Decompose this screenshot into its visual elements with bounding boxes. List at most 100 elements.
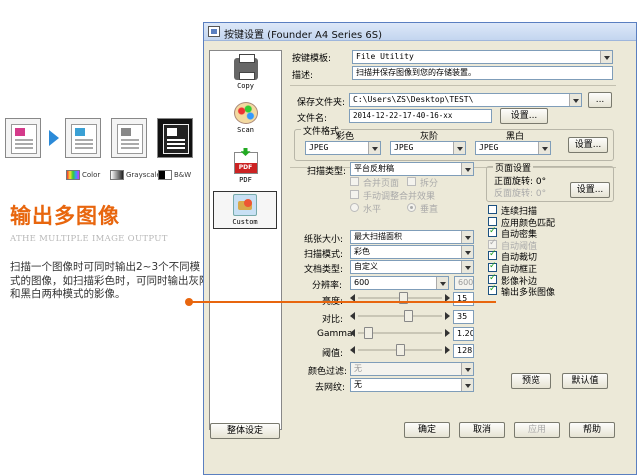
filename-field[interactable]: 2014-12-22-17-40-16-xx xyxy=(349,109,492,123)
filename-settings-button[interactable]: 设置... xyxy=(500,108,548,124)
arrow-left-icon[interactable] xyxy=(350,346,355,354)
doc-type-select[interactable]: 自定义 xyxy=(350,260,474,274)
option-checkbox[interactable] xyxy=(488,284,497,295)
bw-swatch-icon xyxy=(158,170,172,180)
button-settings-dialog: 按键设置 (Founder A4 Series 6S) Copy Scan PD… xyxy=(203,22,637,475)
gamma-slider[interactable] xyxy=(350,327,450,339)
color-swatch-icon xyxy=(66,170,80,180)
save-folder-select[interactable]: C:\Users\ZS\Desktop\TEST\ xyxy=(349,93,582,107)
page-settings-button[interactable]: 设置... xyxy=(570,182,610,198)
mode-custom[interactable]: Custom xyxy=(213,191,277,229)
promo-description: 扫描一个图像时可同时输出2~3个不同模式的图像，如扫描彩色时，可同时输出灰阶和黑… xyxy=(10,261,210,300)
scanner-app-icon xyxy=(208,26,220,37)
grayscale-swatch-icon xyxy=(110,170,124,180)
bw-format-select[interactable]: JPEG xyxy=(475,141,551,155)
slider-thumb[interactable] xyxy=(396,344,405,356)
resolution-label: 分辨率: xyxy=(312,281,343,291)
scan-type-select[interactable]: 平台反射稿 xyxy=(350,162,474,176)
descreen-select[interactable]: 无 xyxy=(350,378,474,392)
chevron-down-icon xyxy=(461,261,473,273)
option-checkbox[interactable] xyxy=(488,261,497,272)
ok-button[interactable]: 确定 xyxy=(404,422,450,438)
promo-title: 输出多图像 xyxy=(10,204,120,228)
overall-settings-button[interactable]: 整体设定 xyxy=(210,423,280,439)
option-checkbox[interactable] xyxy=(488,238,497,249)
scan-mode-label: 扫描模式: xyxy=(304,250,344,260)
split-label: 拆分 xyxy=(420,179,439,189)
chevron-down-icon xyxy=(461,363,473,375)
arrow-right-icon[interactable] xyxy=(445,312,450,320)
horizontal-radio[interactable] xyxy=(350,203,359,212)
gamma-field[interactable]: 1.20 xyxy=(453,327,474,341)
option-label: 输出多张图像 xyxy=(501,288,556,298)
arrow-right-icon[interactable] xyxy=(445,346,450,354)
gray-format-select[interactable]: JPEG xyxy=(390,141,466,155)
brightness-field[interactable]: 15 xyxy=(453,292,474,306)
option-checkbox[interactable] xyxy=(488,249,497,260)
color-document-thumb xyxy=(5,118,41,158)
help-button[interactable]: 帮助 xyxy=(569,422,615,438)
back-rotate-label: 反面旋转: 0° xyxy=(494,189,547,199)
vertical-radio[interactable] xyxy=(407,203,416,212)
description-label: 描述: xyxy=(292,71,314,81)
chevron-down-icon xyxy=(461,231,473,243)
chevron-down-icon xyxy=(600,51,612,63)
callout-dot xyxy=(185,298,193,306)
threshold-slider[interactable] xyxy=(350,344,450,356)
merge-pages-checkbox[interactable] xyxy=(350,177,359,186)
chevron-down-icon xyxy=(436,277,448,289)
manual-merge-label: 手动调整合并效果 xyxy=(363,192,436,202)
printer-icon xyxy=(233,54,258,80)
mode-scan[interactable]: Scan xyxy=(210,102,281,134)
apply-button[interactable]: 应用 xyxy=(514,422,560,438)
legend-color: Color xyxy=(66,170,100,180)
arrow-left-icon[interactable] xyxy=(350,329,355,337)
horizontal-label: 水平 xyxy=(363,205,382,215)
preview-button[interactable]: 预览 xyxy=(511,373,551,389)
option-checkbox[interactable] xyxy=(488,205,497,214)
format-settings-button[interactable]: 设置... xyxy=(568,137,608,153)
browse-folder-button[interactable]: ... xyxy=(588,92,612,108)
color-output-thumb xyxy=(65,118,101,158)
manual-merge-checkbox[interactable] xyxy=(350,190,359,199)
slider-thumb[interactable] xyxy=(364,327,374,339)
chevron-down-icon xyxy=(538,142,550,154)
arrow-right-icon[interactable] xyxy=(445,329,450,337)
mode-list: Copy Scan PDF Custom xyxy=(209,50,282,430)
option-checkbox[interactable] xyxy=(488,273,497,284)
cancel-button[interactable]: 取消 xyxy=(459,422,505,438)
legend-grayscale: Grayscale xyxy=(110,170,161,180)
pdf-icon xyxy=(233,152,258,174)
title-bar: 按键设置 (Founder A4 Series 6S) xyxy=(204,23,636,41)
slider-thumb[interactable] xyxy=(404,310,414,322)
option-checkbox[interactable] xyxy=(488,226,497,237)
contrast-slider[interactable] xyxy=(350,310,450,322)
paper-size-select[interactable]: 最大扫描面积 xyxy=(350,230,474,244)
arrow-left-icon[interactable] xyxy=(350,312,355,320)
option-checkbox[interactable] xyxy=(488,217,497,226)
template-select[interactable]: File Utility xyxy=(352,50,613,64)
chevron-down-icon xyxy=(453,142,465,154)
default-button[interactable]: 默认值 xyxy=(562,373,608,389)
filename-label: 文件名: xyxy=(297,114,328,124)
mode-pdf[interactable]: PDF xyxy=(210,152,281,184)
mode-copy[interactable]: Copy xyxy=(210,54,281,90)
scan-mode-select[interactable]: 彩色 xyxy=(350,245,474,259)
bw-output-thumb xyxy=(157,118,193,158)
description-field[interactable]: 扫描并保存图像到您的存储装置。 xyxy=(352,66,613,80)
window-title: 按键设置 (Founder A4 Series 6S) xyxy=(224,30,382,41)
grayscale-output-thumb xyxy=(111,118,147,158)
arrow-right-icon xyxy=(49,130,59,146)
color-format-select[interactable]: JPEG xyxy=(305,141,381,155)
output-modes-illustration xyxy=(5,118,195,158)
legend-bw: B&W xyxy=(158,170,191,180)
resolution-max-field: 600 xyxy=(454,276,474,290)
contrast-field[interactable]: 35 xyxy=(453,310,474,324)
resolution-select[interactable]: 600 xyxy=(350,276,449,290)
threshold-field[interactable]: 128 xyxy=(453,344,474,358)
split-checkbox[interactable] xyxy=(407,177,416,186)
scan-type-label: 扫描类型: xyxy=(307,167,347,177)
chevron-down-icon xyxy=(461,163,473,175)
chevron-down-icon xyxy=(368,142,380,154)
color-filter-select[interactable]: 无 xyxy=(350,362,474,376)
